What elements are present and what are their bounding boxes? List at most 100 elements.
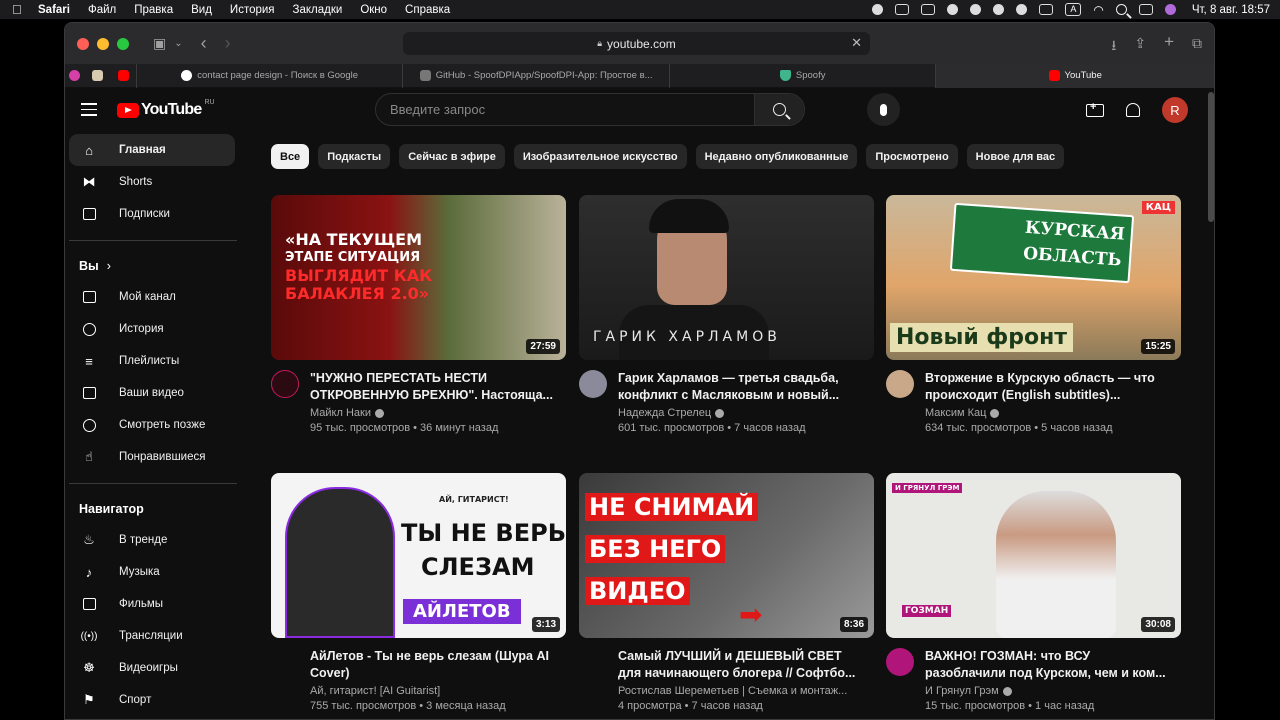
- channel-avatar[interactable]: [271, 370, 299, 398]
- sidebar-item-watch-later[interactable]: Смотреть позже: [69, 409, 235, 441]
- address-bar[interactable]: 🔒︎ youtube.com ✕: [403, 32, 870, 55]
- video-thumbnail[interactable]: АЙ, ГИТАРИСТ! ТЫ НЕ ВЕРЬ СЛЕЗАМ АЙЛЕТОВ …: [271, 473, 566, 638]
- chip-visual-arts[interactable]: Изобразительное искусство: [513, 144, 687, 169]
- tab-youtube[interactable]: YouTube: [936, 63, 1214, 88]
- video-title[interactable]: ВАЖНО! ГОЗМАН: что ВСУ разоблачили под К…: [925, 648, 1170, 682]
- sidebar-item-gaming[interactable]: ☸︎ Видеоигры: [69, 652, 235, 684]
- sidebar-item-music[interactable]: ♪ Музыка: [69, 556, 235, 588]
- sidebar-item-trending[interactable]: ♨︎ В тренде: [69, 524, 235, 556]
- video-thumbnail[interactable]: И ГРЯНУЛ ГРЭМ ГОЗМАН 30:08: [886, 473, 1181, 638]
- create-video-icon[interactable]: [1086, 101, 1104, 117]
- channel-name[interactable]: Майкл Наки: [310, 407, 371, 419]
- channel-name[interactable]: Ай, гитарист! [AI Guitarist]: [310, 685, 440, 697]
- euro-status-icon[interactable]: [921, 4, 936, 15]
- tab-overview-icon[interactable]: ⧉: [1192, 35, 1202, 59]
- menu-edit[interactable]: Правка: [134, 4, 173, 16]
- menu-history[interactable]: История: [230, 4, 275, 16]
- account-avatar[interactable]: R: [1162, 97, 1188, 123]
- input-source-badge[interactable]: A: [1065, 3, 1082, 16]
- pinned-tab-1[interactable]: [65, 64, 85, 88]
- menubar-clock[interactable]: Чт, 8 авг. 18:57: [1192, 4, 1270, 16]
- menu-view[interactable]: Вид: [191, 4, 212, 16]
- time-machine-icon[interactable]: [993, 4, 1005, 15]
- channel-name[interactable]: И Грянул Грэм: [925, 685, 999, 697]
- channel-avatar[interactable]: [579, 648, 607, 676]
- share-icon[interactable]: ⇪: [1134, 35, 1146, 59]
- sidebar-item-live[interactable]: ((•)) Трансляции: [69, 620, 235, 652]
- video-thumbnail[interactable]: ГАРИК ХАРЛАМОВ: [579, 195, 874, 360]
- video-title[interactable]: Самый ЛУЧШИЙ и ДЕШЕВЫЙ СВЕТ для начинающ…: [618, 648, 863, 682]
- menu-help[interactable]: Справка: [405, 4, 450, 16]
- channel-name[interactable]: Ростислав Шереметьев | Съемка и монтаж..…: [618, 685, 847, 697]
- wifi-icon[interactable]: ◠: [1093, 3, 1103, 17]
- video-title[interactable]: "НУЖНО ПЕРЕСТАТЬ НЕСТИ ОТКРОВЕННУЮ БРЕХН…: [310, 370, 555, 404]
- sidebar-item-sports[interactable]: ⚑︎ Спорт: [69, 684, 235, 716]
- video-thumbnail[interactable]: КУРСКАЯ ОБЛАСТЬ Новый фронт КАЦ 15:25: [886, 195, 1181, 360]
- tab-google-search[interactable]: contact page design - Поиск в Google: [137, 63, 404, 88]
- page-scrollbar[interactable]: [1208, 92, 1214, 222]
- sidebar-toggle-icon[interactable]: ▣: [153, 35, 166, 52]
- new-tab-icon[interactable]: +: [1164, 32, 1174, 59]
- pinned-tab-2[interactable]: [85, 64, 111, 88]
- sidebar-item-home[interactable]: ⌂ Главная: [69, 134, 235, 166]
- youtube-logo[interactable]: YouTube RU: [117, 99, 215, 119]
- sidebar-you-heading[interactable]: Вы ›: [65, 251, 241, 281]
- notifications-bell-icon[interactable]: [1126, 103, 1140, 117]
- close-window-button[interactable]: [77, 37, 89, 50]
- minimize-window-button[interactable]: [97, 37, 109, 50]
- contrast-status-icon[interactable]: [947, 4, 959, 15]
- tab-spoofy[interactable]: Spoofy: [670, 63, 937, 88]
- record-status-icon[interactable]: [872, 4, 884, 15]
- pinned-tab-3[interactable]: [111, 63, 137, 88]
- search-input[interactable]: [376, 102, 754, 117]
- channel-name[interactable]: Надежда Стрелец: [618, 407, 711, 419]
- downloads-icon[interactable]: ⭳: [1111, 35, 1116, 59]
- play-status-icon[interactable]: [1016, 4, 1028, 15]
- tab-github[interactable]: GitHub - SpoofDPIApp/SpoofDPI-App: Прост…: [403, 63, 670, 88]
- sidebar-item-my-channel[interactable]: Мой канал: [69, 281, 235, 313]
- video-card[interactable]: НЕ СНИМАЙ БЕЗ НЕГО ВИДЕО ➡ 8:36 Самый ЛУ…: [579, 473, 874, 712]
- sidebar-item-playlists[interactable]: ≡ Плейлисты: [69, 345, 235, 377]
- channel-avatar[interactable]: [886, 648, 914, 676]
- sidebar-item-shorts[interactable]: ⧓ Shorts: [69, 166, 235, 198]
- control-center-icon[interactable]: [1138, 4, 1153, 15]
- video-card[interactable]: АЙ, ГИТАРИСТ! ТЫ НЕ ВЕРЬ СЛЕЗАМ АЙЛЕТОВ …: [271, 473, 566, 712]
- sidebar-item-subscriptions[interactable]: Подписки: [69, 198, 235, 230]
- chip-watched[interactable]: Просмотрено: [866, 144, 958, 169]
- video-card[interactable]: «НА ТЕКУЩЕМ ЭТАПЕ СИТУАЦИЯ ВЫГЛЯДИТ КАК …: [271, 195, 566, 434]
- video-title[interactable]: Гарик Харламов — третья свадьба, конфлик…: [618, 370, 863, 404]
- video-thumbnail[interactable]: НЕ СНИМАЙ БЕЗ НЕГО ВИДЕО ➡ 8:36: [579, 473, 874, 638]
- video-card[interactable]: ГАРИК ХАРЛАМОВ Гарик Харламов — третья с…: [579, 195, 874, 434]
- video-title[interactable]: Вторжение в Курскую область — что происх…: [925, 370, 1170, 404]
- shield-status-icon[interactable]: [895, 4, 910, 15]
- menu-app-name[interactable]: Safari: [38, 4, 70, 16]
- siri-icon[interactable]: [1164, 4, 1176, 15]
- sidebar-item-history[interactable]: История: [69, 313, 235, 345]
- apple-menu-icon[interactable]: : [12, 2, 38, 17]
- menu-file[interactable]: Файл: [88, 4, 116, 16]
- hamburger-menu-icon[interactable]: [81, 103, 97, 120]
- chip-podcasts[interactable]: Подкасты: [318, 144, 391, 169]
- video-title[interactable]: АйЛетов - Ты не верь слезам (Шура AI Cov…: [310, 648, 555, 682]
- back-button[interactable]: ‹: [201, 33, 207, 54]
- channel-avatar[interactable]: [886, 370, 914, 398]
- video-card[interactable]: И ГРЯНУЛ ГРЭМ ГОЗМАН 30:08 ВАЖНО! ГОЗМАН…: [886, 473, 1181, 712]
- battery-icon[interactable]: [1039, 4, 1054, 15]
- video-card[interactable]: КУРСКАЯ ОБЛАСТЬ Новый фронт КАЦ 15:25 Вт…: [886, 195, 1181, 434]
- vpn-status-icon[interactable]: [970, 4, 982, 15]
- sidebar-item-your-videos[interactable]: Ваши видео: [69, 377, 235, 409]
- channel-avatar[interactable]: [271, 648, 299, 676]
- menu-window[interactable]: Окно: [360, 4, 387, 16]
- voice-search-button[interactable]: [867, 93, 900, 126]
- spotlight-icon[interactable]: [1115, 4, 1127, 15]
- search-button[interactable]: [754, 94, 804, 125]
- sidebar-item-liked[interactable]: ☝︎ Понравившиеся: [69, 441, 235, 473]
- menu-bookmarks[interactable]: Закладки: [293, 4, 343, 16]
- chip-new-to-you[interactable]: Новое для вас: [966, 144, 1065, 169]
- chip-live-now[interactable]: Сейчас в эфире: [399, 144, 505, 169]
- sidebar-item-movies[interactable]: Фильмы: [69, 588, 235, 620]
- zoom-window-button[interactable]: [117, 37, 129, 50]
- chip-all[interactable]: Все: [271, 144, 310, 169]
- chip-recently-uploaded[interactable]: Недавно опубликованные: [695, 144, 858, 169]
- channel-name[interactable]: Максим Кац: [925, 407, 986, 419]
